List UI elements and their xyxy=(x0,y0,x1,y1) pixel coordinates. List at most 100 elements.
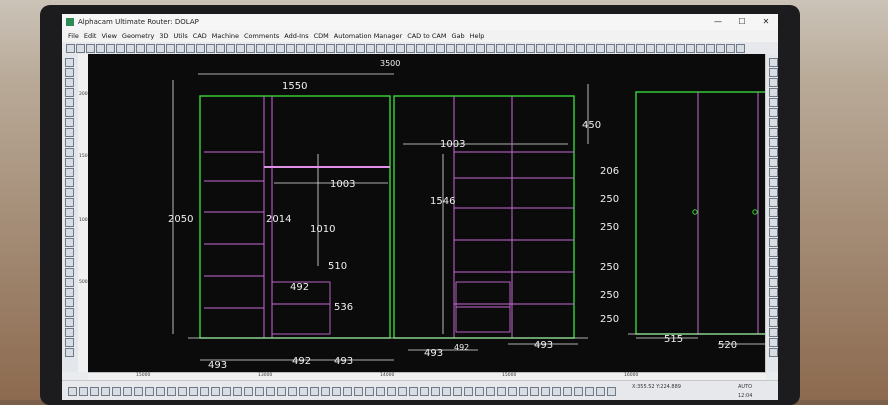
bottom-tool-icon[interactable] xyxy=(464,387,473,396)
bottom-tool-icon[interactable] xyxy=(475,387,484,396)
menu-file[interactable]: File xyxy=(68,30,79,42)
toolbar-tool-icon[interactable] xyxy=(65,148,74,157)
toolbar-tool-icon[interactable] xyxy=(636,44,645,53)
toolbar-tool-icon[interactable] xyxy=(65,128,74,137)
toolbar-tool-icon[interactable] xyxy=(769,58,778,67)
toolbar-tool-icon[interactable] xyxy=(596,44,605,53)
toolbar-tool-icon[interactable] xyxy=(769,78,778,87)
toolbar-tool-icon[interactable] xyxy=(65,318,74,327)
toolbar-tool-icon[interactable] xyxy=(65,118,74,127)
bottom-tool-icon[interactable] xyxy=(90,387,99,396)
bottom-tool-icon[interactable] xyxy=(563,387,572,396)
toolbar-tool-icon[interactable] xyxy=(726,44,735,53)
toolbar-tool-icon[interactable] xyxy=(769,128,778,137)
bottom-tool-icon[interactable] xyxy=(387,387,396,396)
toolbar-tool-icon[interactable] xyxy=(476,44,485,53)
toolbar-tool-icon[interactable] xyxy=(65,258,74,267)
toolbar-tool-icon[interactable] xyxy=(769,108,778,117)
toolbar-tool-icon[interactable] xyxy=(446,44,455,53)
toolbar-tool-icon[interactable] xyxy=(356,44,365,53)
bottom-tool-icon[interactable] xyxy=(255,387,264,396)
toolbar-tool-icon[interactable] xyxy=(346,44,355,53)
maximize-button[interactable]: ☐ xyxy=(730,14,754,30)
bottom-tool-icon[interactable] xyxy=(343,387,352,396)
toolbar-tool-icon[interactable] xyxy=(136,44,145,53)
bottom-tool-icon[interactable] xyxy=(79,387,88,396)
toolbar-tool-icon[interactable] xyxy=(286,44,295,53)
menu-cad[interactable]: CAD xyxy=(193,30,207,42)
bottom-tool-icon[interactable] xyxy=(354,387,363,396)
toolbar-tool-icon[interactable] xyxy=(606,44,615,53)
toolbar-tool-icon[interactable] xyxy=(526,44,535,53)
toolbar-tool-icon[interactable] xyxy=(456,44,465,53)
toolbar-tool-icon[interactable] xyxy=(65,328,74,337)
toolbar-tool-icon[interactable] xyxy=(65,198,74,207)
toolbar-tool-icon[interactable] xyxy=(226,44,235,53)
toolbar-tool-icon[interactable] xyxy=(516,44,525,53)
toolbar-tool-icon[interactable] xyxy=(769,348,778,357)
toolbar-tool-icon[interactable] xyxy=(466,44,475,53)
menu-help[interactable]: Help xyxy=(470,30,485,42)
toolbar-tool-icon[interactable] xyxy=(65,248,74,257)
menu-gab[interactable]: Gab xyxy=(451,30,464,42)
bottom-tool-icon[interactable] xyxy=(156,387,165,396)
toolbar-tool-icon[interactable] xyxy=(769,148,778,157)
toolbar-tool-icon[interactable] xyxy=(406,44,415,53)
toolbar-tool-icon[interactable] xyxy=(366,44,375,53)
toolbar-tool-icon[interactable] xyxy=(65,238,74,247)
bottom-tool-icon[interactable] xyxy=(420,387,429,396)
toolbar-tool-icon[interactable] xyxy=(65,228,74,237)
toolbar-tool-icon[interactable] xyxy=(65,158,74,167)
toolbar-tool-icon[interactable] xyxy=(769,338,778,347)
toolbar-tool-icon[interactable] xyxy=(65,78,74,87)
bottom-tool-icon[interactable] xyxy=(508,387,517,396)
toolbar-tool-icon[interactable] xyxy=(769,178,778,187)
bottom-tool-icon[interactable] xyxy=(431,387,440,396)
bottom-tool-icon[interactable] xyxy=(222,387,231,396)
toolbar-tool-icon[interactable] xyxy=(316,44,325,53)
minimize-button[interactable]: — xyxy=(706,14,730,30)
bottom-tool-icon[interactable] xyxy=(519,387,528,396)
toolbar-tool-icon[interactable] xyxy=(176,44,185,53)
toolbar-tool-icon[interactable] xyxy=(769,268,778,277)
bottom-tool-icon[interactable] xyxy=(541,387,550,396)
bottom-tool-icon[interactable] xyxy=(288,387,297,396)
toolbar-tool-icon[interactable] xyxy=(206,44,215,53)
toolbar-tool-icon[interactable] xyxy=(65,218,74,227)
toolbar-tool-icon[interactable] xyxy=(86,44,95,53)
toolbar-tool-icon[interactable] xyxy=(656,44,665,53)
toolbar-tool-icon[interactable] xyxy=(616,44,625,53)
toolbar-tool-icon[interactable] xyxy=(769,258,778,267)
toolbar-tool-icon[interactable] xyxy=(706,44,715,53)
bottom-tool-icon[interactable] xyxy=(530,387,539,396)
toolbar-tool-icon[interactable] xyxy=(386,44,395,53)
toolbar-tool-icon[interactable] xyxy=(96,44,105,53)
toolbar-tool-icon[interactable] xyxy=(326,44,335,53)
toolbar-tool-icon[interactable] xyxy=(306,44,315,53)
toolbar-tool-icon[interactable] xyxy=(716,44,725,53)
toolbar-tool-icon[interactable] xyxy=(769,278,778,287)
toolbar-tool-icon[interactable] xyxy=(426,44,435,53)
toolbar-tool-icon[interactable] xyxy=(65,268,74,277)
menu-edit[interactable]: Edit xyxy=(84,30,97,42)
toolbar-tool-icon[interactable] xyxy=(65,348,74,357)
menu-comments[interactable]: Comments xyxy=(244,30,279,42)
menu-view[interactable]: View xyxy=(101,30,116,42)
toolbar-tool-icon[interactable] xyxy=(256,44,265,53)
bottom-tool-icon[interactable] xyxy=(233,387,242,396)
toolbar-tool-icon[interactable] xyxy=(769,328,778,337)
toolbar-tool-icon[interactable] xyxy=(769,288,778,297)
toolbar-tool-icon[interactable] xyxy=(106,44,115,53)
toolbar-tool-icon[interactable] xyxy=(65,88,74,97)
toolbar-tool-icon[interactable] xyxy=(536,44,545,53)
menu-add-ins[interactable]: Add-Ins xyxy=(284,30,308,42)
bottom-tool-icon[interactable] xyxy=(398,387,407,396)
bottom-tool-icon[interactable] xyxy=(299,387,308,396)
toolbar-tool-icon[interactable] xyxy=(769,318,778,327)
toolbar-tool-icon[interactable] xyxy=(276,44,285,53)
toolbar-tool-icon[interactable] xyxy=(65,308,74,317)
bottom-tool-icon[interactable] xyxy=(200,387,209,396)
toolbar-tool-icon[interactable] xyxy=(156,44,165,53)
menu-cdm[interactable]: CDM xyxy=(314,30,329,42)
toolbar-tool-icon[interactable] xyxy=(246,44,255,53)
